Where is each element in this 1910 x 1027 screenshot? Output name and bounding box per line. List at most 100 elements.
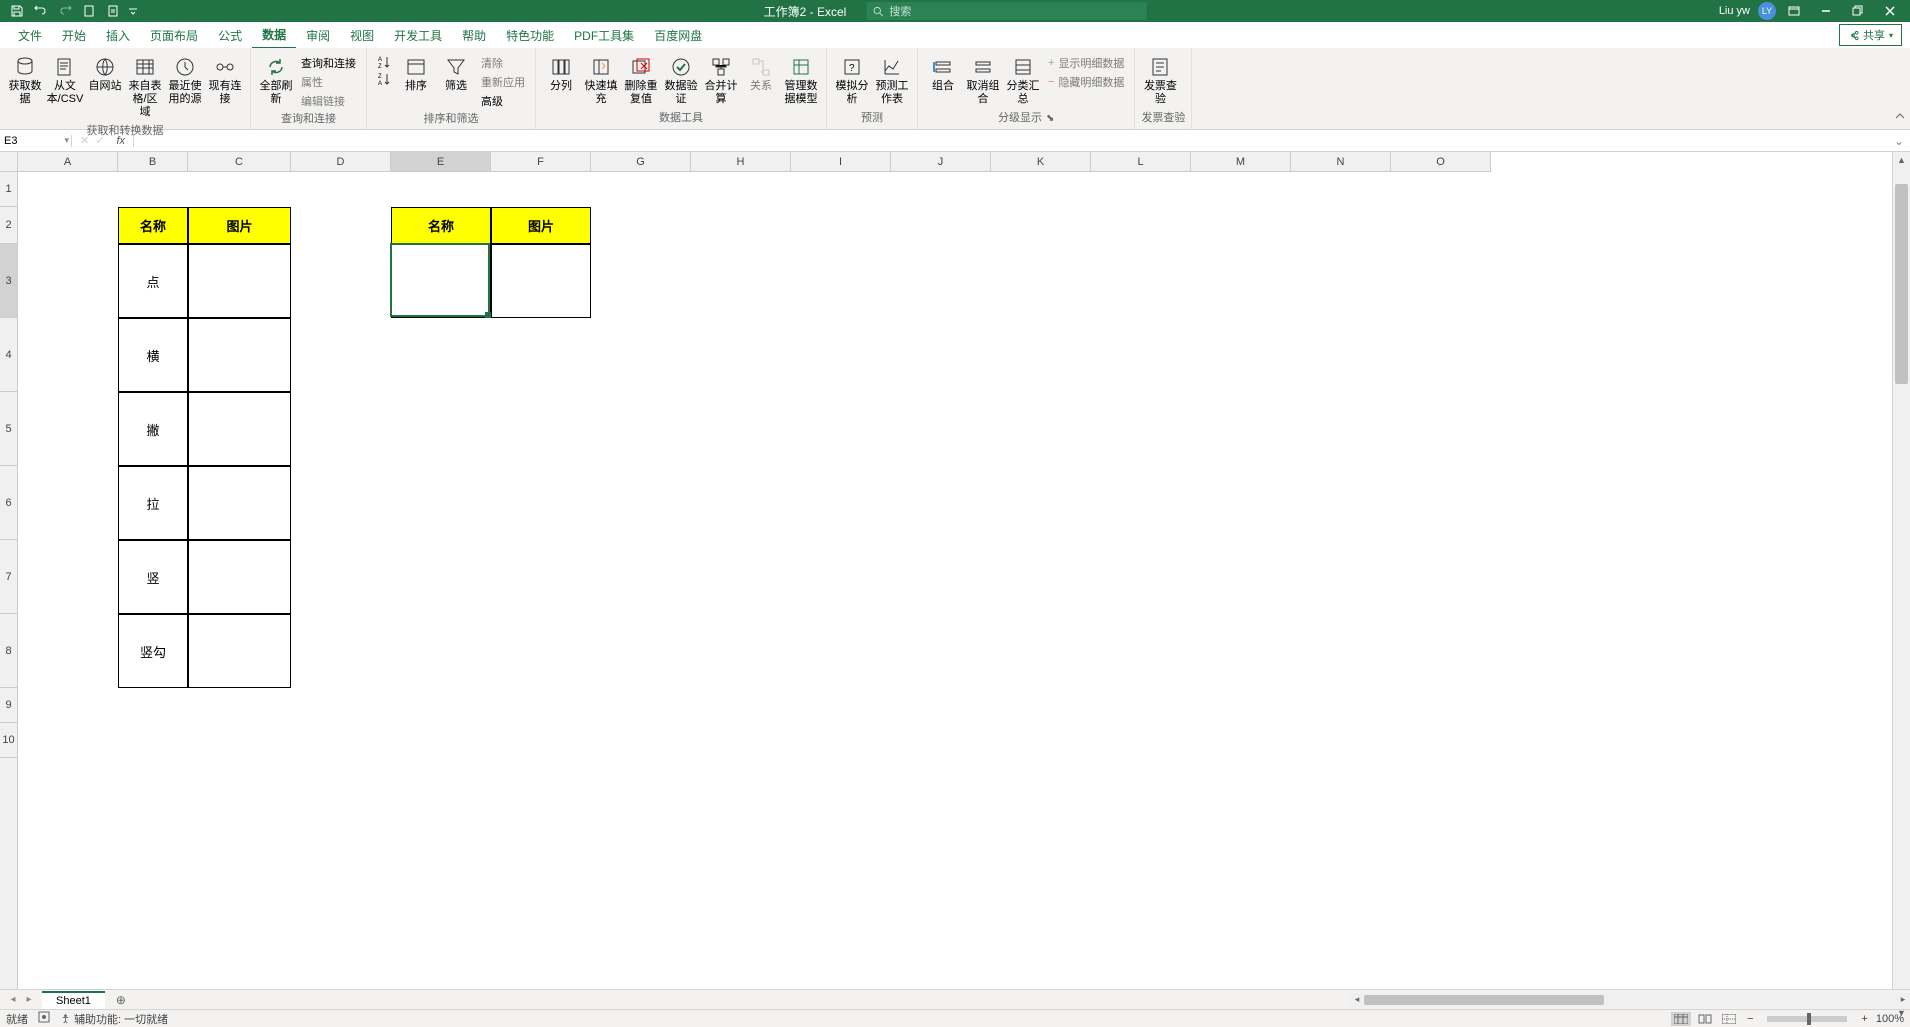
tab-pdf[interactable]: PDF工具集 (564, 23, 644, 48)
formula-input[interactable] (134, 135, 1888, 147)
qat-doc1-icon[interactable] (78, 2, 100, 20)
tab-baidu[interactable]: 百度网盘 (644, 23, 712, 48)
cell[interactable]: 横 (118, 318, 188, 392)
row-header-8[interactable]: 8 (0, 614, 17, 688)
tab-formulas[interactable]: 公式 (208, 23, 252, 48)
sort-asc-button[interactable]: AZ (373, 54, 395, 70)
row-header-7[interactable]: 7 (0, 540, 17, 614)
cell[interactable] (188, 466, 291, 540)
invoice-check-button[interactable]: 发票查验 (1141, 54, 1179, 108)
row-header-2[interactable]: 2 (0, 207, 17, 244)
accessibility-status[interactable]: 辅助功能: 一切就绪 (60, 1011, 168, 1027)
row-header-10[interactable]: 10 (0, 723, 17, 758)
zoom-out-button[interactable]: − (1743, 1013, 1757, 1025)
scroll-right-button[interactable]: ▸ (1896, 994, 1910, 1005)
redo-button[interactable] (54, 2, 76, 20)
hscroll-thumb[interactable] (1364, 995, 1604, 1005)
recent-sources-button[interactable]: 最近使用的源 (166, 54, 204, 108)
user-name[interactable]: Liu yw (1719, 5, 1750, 17)
page-layout-view-button[interactable] (1695, 1012, 1715, 1026)
col-header-C[interactable]: C (188, 152, 291, 171)
col-header-N[interactable]: N (1291, 152, 1391, 171)
cell[interactable] (391, 244, 491, 318)
col-header-B[interactable]: B (118, 152, 188, 171)
sort-button[interactable]: 排序 (397, 54, 435, 95)
cell[interactable]: 点 (118, 244, 188, 318)
group-button[interactable]: 组合 (924, 54, 962, 95)
tab-developer[interactable]: 开发工具 (384, 23, 452, 48)
col-header-G[interactable]: G (591, 152, 691, 171)
tab-data[interactable]: 数据 (252, 22, 296, 49)
col-header-I[interactable]: I (791, 152, 891, 171)
zoom-in-button[interactable]: + (1857, 1013, 1871, 1025)
cell[interactable]: 名称 (118, 207, 188, 244)
row-header-9[interactable]: 9 (0, 688, 17, 723)
search-box[interactable]: 搜索 (866, 2, 1146, 20)
hide-detail-button[interactable]: −隐藏明细数据 (1044, 73, 1128, 91)
filter-button[interactable]: 筛选 (437, 54, 475, 95)
row-header-5[interactable]: 5 (0, 392, 17, 466)
add-sheet-button[interactable]: ⊕ (111, 993, 131, 1007)
remove-duplicates-button[interactable]: 删除重复值 (622, 54, 660, 108)
subtotal-button[interactable]: 分类汇总 (1004, 54, 1042, 108)
user-avatar[interactable]: LY (1758, 2, 1776, 20)
page-break-view-button[interactable] (1719, 1012, 1739, 1026)
macro-record-icon[interactable] (38, 1011, 50, 1026)
cells-grid[interactable]: 名称图片点横撇拉竖竖勾名称图片 (18, 172, 1892, 989)
cell[interactable]: 撇 (118, 392, 188, 466)
row-header-1[interactable]: 1 (0, 172, 17, 207)
enter-formula-button[interactable]: ✓ (95, 134, 104, 147)
zoom-thumb[interactable] (1807, 1013, 1811, 1025)
qat-customize-button[interactable] (126, 2, 140, 20)
ungroup-button[interactable]: 取消组合 (964, 54, 1002, 108)
edit-links-button[interactable]: 编辑链接 (297, 92, 360, 110)
vscroll-thumb[interactable] (1895, 184, 1908, 384)
get-data-button[interactable]: 获取数据 (6, 54, 44, 108)
scroll-up-button[interactable]: ▲ (1893, 152, 1910, 168)
cell[interactable] (188, 244, 291, 318)
minimize-button[interactable] (1812, 2, 1840, 20)
normal-view-button[interactable] (1671, 1012, 1691, 1026)
col-header-F[interactable]: F (491, 152, 591, 171)
clear-filter-button[interactable]: 清除 (477, 54, 529, 72)
cell[interactable]: 竖勾 (118, 614, 188, 688)
cell[interactable] (491, 244, 591, 318)
col-header-D[interactable]: D (291, 152, 391, 171)
tab-review[interactable]: 审阅 (296, 23, 340, 48)
row-header-6[interactable]: 6 (0, 466, 17, 540)
what-if-button[interactable]: ? 模拟分析 (833, 54, 871, 108)
data-model-button[interactable]: 管理数据模型 (782, 54, 820, 108)
properties-button[interactable]: 属性 (297, 73, 360, 91)
expand-formula-button[interactable]: ⌄ (1888, 134, 1910, 148)
col-header-K[interactable]: K (991, 152, 1091, 171)
queries-connections-button[interactable]: 查询和连接 (297, 54, 360, 72)
col-header-O[interactable]: O (1391, 152, 1491, 171)
cell[interactable]: 竖 (118, 540, 188, 614)
show-detail-button[interactable]: +显示明细数据 (1044, 54, 1128, 72)
tab-view[interactable]: 视图 (340, 23, 384, 48)
ribbon-display-button[interactable] (1780, 2, 1808, 20)
row-header-3[interactable]: 3 (0, 244, 17, 318)
flash-fill-button[interactable]: 快速填充 (582, 54, 620, 108)
cell[interactable] (188, 392, 291, 466)
zoom-slider[interactable] (1767, 1016, 1847, 1022)
sheet-nav-next[interactable]: ▸ (22, 994, 36, 1005)
sheet-tab-sheet1[interactable]: Sheet1 (42, 991, 105, 1009)
text-to-columns-button[interactable]: 分列 (542, 54, 580, 95)
tab-special[interactable]: 特色功能 (496, 23, 564, 48)
save-button[interactable] (6, 2, 28, 20)
col-header-E[interactable]: E (391, 152, 491, 171)
existing-conn-button[interactable]: 现有连接 (206, 54, 244, 108)
close-button[interactable] (1876, 2, 1904, 20)
cell[interactable] (188, 540, 291, 614)
restore-button[interactable] (1844, 2, 1872, 20)
refresh-all-button[interactable]: 全部刷新 (257, 54, 295, 108)
advanced-filter-button[interactable]: 高级 (477, 92, 529, 110)
cancel-formula-button[interactable]: ✕ (80, 134, 89, 147)
cell[interactable]: 拉 (118, 466, 188, 540)
cell[interactable]: 名称 (391, 207, 491, 244)
scroll-left-button[interactable]: ◂ (1350, 994, 1364, 1005)
sort-desc-button[interactable]: ZA (373, 71, 395, 87)
col-header-L[interactable]: L (1091, 152, 1191, 171)
cell[interactable]: 图片 (188, 207, 291, 244)
